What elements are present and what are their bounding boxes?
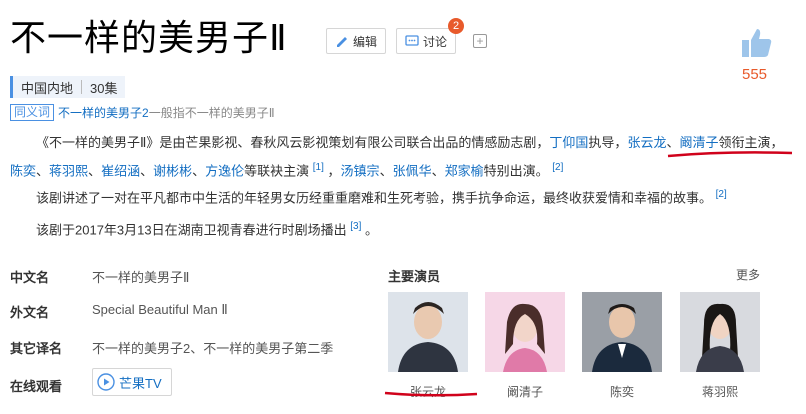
add-icon[interactable]: +: [473, 34, 487, 48]
edit-button[interactable]: 编辑: [326, 28, 387, 54]
p1-text: 、: [666, 135, 680, 150]
discuss-count-badge: 2: [448, 18, 464, 34]
citation[interactable]: [1]: [313, 162, 324, 173]
summary-paragraph-3: 该剧于2017年3月13日在湖南卫视青春进行时剧场播出 [3] 。: [36, 214, 796, 242]
info-label-other-names: 其它译名: [10, 341, 63, 356]
mango-tv-button[interactable]: 芒果TV: [92, 368, 172, 396]
info-value-foreign-name: Special Beautiful Man Ⅱ: [92, 302, 228, 317]
actor-link[interactable]: 陈奕: [10, 163, 36, 178]
cast-name: 陈奕: [609, 385, 634, 399]
p1-text: ，: [327, 163, 341, 179]
citation[interactable]: [2]: [552, 162, 563, 173]
p1-text: 、: [192, 163, 206, 179]
cast-name: 蒋羽熙: [701, 385, 738, 399]
actor-link[interactable]: 蒋羽熙: [49, 163, 88, 178]
synonym-text-wrap: 不一样的美男子2一般指不一样的美男子Ⅱ: [58, 104, 275, 121]
actor-link[interactable]: 张云龙: [627, 135, 666, 150]
info-label-chinese-name: 中文名: [10, 270, 50, 285]
p1-text: 、: [140, 163, 154, 179]
thumbs-up-icon: [742, 29, 772, 57]
actor-link[interactable]: 阚清子: [679, 135, 718, 150]
cast-name: 阚清子: [506, 385, 543, 399]
p1-text: 《不一样的美男子Ⅱ》是由芒果影视、春秋风云影视策划有限公司联合出品的情感励志剧，: [36, 135, 550, 150]
cast-card[interactable]: 陈奕: [582, 292, 662, 400]
tag-episodes: 30集: [90, 80, 118, 96]
actor-link[interactable]: 谢彬彬: [153, 163, 192, 178]
cast-photo: [582, 292, 662, 372]
cast-photo: [680, 292, 760, 372]
like-count: 555: [742, 66, 768, 83]
red-underline-annotation: [384, 391, 478, 397]
discuss-label: 讨论: [423, 34, 448, 49]
actor-link[interactable]: 郑家榆: [445, 163, 484, 178]
synonym-text: 一般指不一样的美男子Ⅱ: [148, 106, 275, 120]
like-button[interactable]: [740, 26, 774, 65]
p1-text: 、: [36, 163, 50, 179]
synonym-link[interactable]: 不一样的美男子2: [58, 106, 149, 120]
actor-link[interactable]: 方逸伦: [205, 163, 244, 178]
p1-text: 、: [88, 163, 102, 179]
p3-text: 。: [365, 222, 379, 238]
info-label-watch-online: 在线观看: [10, 379, 63, 394]
info-value-other-names: 不一样的美男子2、不一样的美男子第二季: [92, 341, 334, 356]
cast-card[interactable]: 张云龙: [388, 292, 468, 400]
chat-icon: [405, 35, 419, 46]
synonym-row: 同义词 不一样的美男子2一般指不一样的美男子Ⅱ: [10, 104, 275, 121]
actor-link[interactable]: 崔绍涵: [101, 163, 140, 178]
p1-text: 、: [431, 163, 445, 179]
citation[interactable]: [3]: [350, 221, 361, 232]
red-underline-annotation: [667, 151, 793, 158]
citation[interactable]: [2]: [716, 189, 727, 200]
play-icon: [97, 373, 115, 391]
synonym-label: 同义词: [10, 104, 55, 121]
tag-bar: 中国内地 30集: [10, 76, 126, 98]
summary-paragraph-2: 该剧讲述了一对在平凡都市中生活的年轻男女历经重重磨难和生死考验，携手抗争命运，最…: [36, 182, 796, 210]
info-value-chinese-name: 不一样的美男子Ⅱ: [92, 270, 190, 285]
p1-text: 执导，: [588, 135, 628, 150]
mango-tv-label: 芒果TV: [119, 375, 162, 391]
cast-photo: [388, 292, 468, 372]
p1-text: 、: [379, 163, 393, 179]
discuss-button[interactable]: 讨论: [396, 28, 457, 54]
cast-section-title: 主要演员: [388, 269, 441, 284]
p1-text: 特别出演。: [483, 163, 549, 179]
p1-text: 等联袂主演: [244, 163, 310, 179]
cast-more-link[interactable]: 更多: [736, 266, 760, 283]
page-title: 不一样的美男子Ⅱ: [10, 17, 288, 58]
tag-region: 中国内地: [21, 80, 74, 96]
cast-card[interactable]: 蒋羽熙: [680, 292, 760, 400]
cast-card[interactable]: 阚清子: [485, 292, 565, 400]
p1-text: 领衔主演，: [718, 135, 784, 150]
actor-link[interactable]: 张佩华: [393, 163, 432, 178]
p2-text: 该剧讲述了一对在平凡都市中生活的年轻男女历经重重磨难和生死考验，携手抗争命运，最…: [36, 190, 713, 206]
edit-label: 编辑: [353, 34, 378, 49]
actor-link[interactable]: 汤镇宗: [341, 163, 380, 178]
p3-text: 该剧于2017年3月13日在湖南卫视青春进行时剧场播出: [36, 222, 347, 238]
info-label-foreign-name: 外文名: [10, 305, 50, 320]
pencil-icon: [337, 37, 347, 47]
cast-photo: [485, 292, 565, 372]
director-link[interactable]: 丁仰国: [549, 135, 588, 150]
